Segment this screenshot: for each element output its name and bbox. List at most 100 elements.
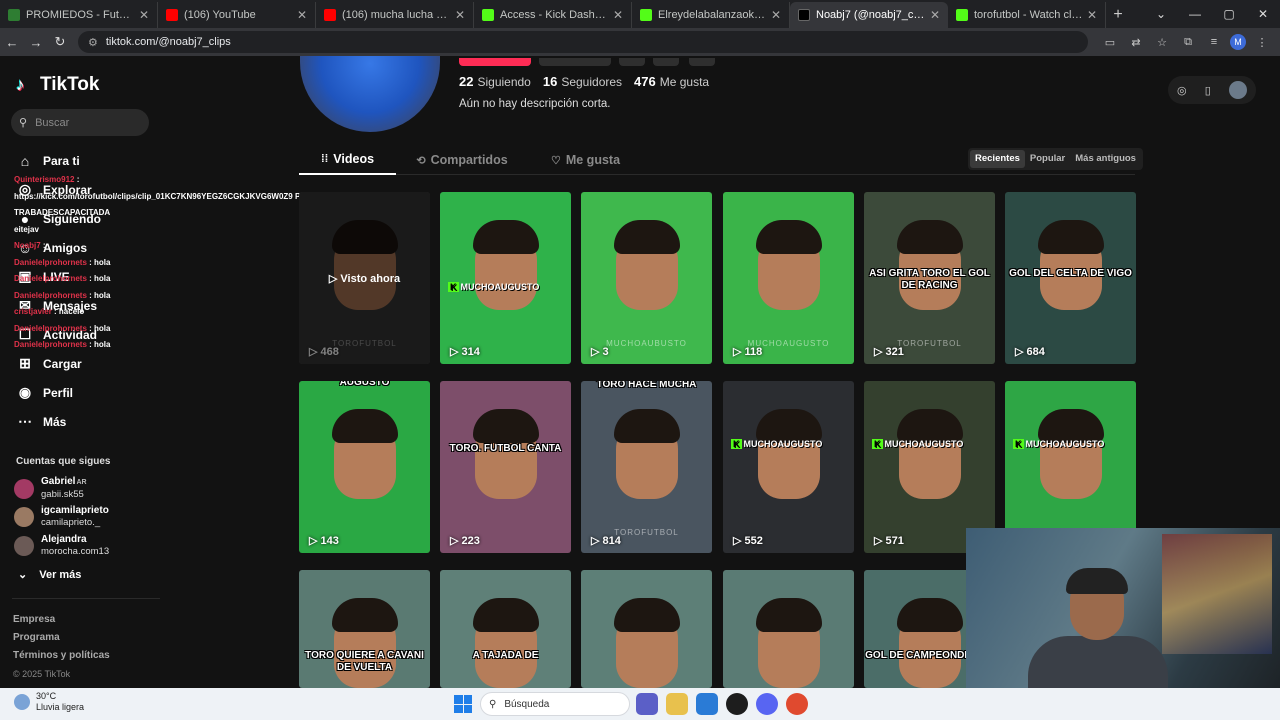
user-avatar[interactable] (1228, 81, 1247, 99)
sidebar-item-cargar[interactable]: ⊞ Cargar (16, 349, 101, 378)
footer-link[interactable]: Términos y políticas (13, 647, 110, 665)
maximize-icon[interactable]: ▢ (1212, 0, 1246, 28)
add-friend-button[interactable] (619, 58, 645, 66)
sort-option[interactable]: Recientes (970, 150, 1025, 168)
following-account[interactable]: GabrielAR gabii.sk55 (14, 476, 87, 501)
following-account[interactable]: igcamilaprieto camilaprieto._ (14, 505, 109, 529)
see-more-button[interactable]: ⌄ Ver más (18, 568, 81, 581)
back-icon[interactable]: ← (0, 35, 24, 50)
translate-icon[interactable]: ⇄ (1126, 36, 1146, 49)
message-icon: ✉ (19, 297, 31, 313)
stat-item[interactable]: 22 Siguiendo (459, 74, 531, 89)
tiktok-logo[interactable]: ♪ TikTok (16, 74, 99, 96)
stat-item[interactable]: 16 Seguidores (543, 74, 622, 89)
browser-tab[interactable]: Access - Kick Dashboard ✕ (474, 2, 632, 28)
taskbar-search-input[interactable]: ⚲ Búsqueda (480, 692, 630, 716)
forward-icon[interactable]: → (24, 35, 48, 50)
sidebar-item-siguiendo[interactable]: ● Siguiendo (16, 204, 101, 233)
browser-profile-avatar[interactable]: M (1230, 34, 1246, 50)
tab-me-gusta[interactable]: ♡ Me gusta (528, 145, 643, 175)
tab-search-icon[interactable]: ⌄ (1144, 0, 1178, 28)
video-card[interactable]: AUGUSTO ▷ 143 (299, 381, 430, 553)
browser-tab[interactable]: (106) mucha lucha cancion - Yo ✕ (316, 2, 474, 28)
video-card[interactable]: K MUCHOAUGUSTO ▷ 552 (723, 381, 854, 553)
video-card[interactable]: TOROFUTBOL▷ Visto ahora▷ 468 (299, 192, 430, 364)
site-info-icon[interactable]: ⚙ (88, 36, 98, 49)
bookmark-star-icon[interactable]: ☆ (1152, 36, 1172, 49)
video-card[interactable] (581, 570, 712, 688)
share-button[interactable] (653, 58, 679, 66)
windows-start-icon[interactable] (454, 695, 472, 713)
sidebar-item-perfil[interactable]: ◉ Perfil (16, 378, 101, 407)
sidebar-item-más[interactable]: ⋯ Más (16, 407, 101, 436)
tab-close-icon[interactable]: ✕ (297, 8, 307, 22)
sidebar-item-mensajes[interactable]: ✉ Mensajes (16, 291, 101, 320)
view-count: ▷ 3 (591, 345, 609, 358)
play-icon: ▷ (733, 346, 745, 358)
video-card[interactable]: GOL DEL CELTA DE VIGO ▷ 684 (1005, 192, 1136, 364)
video-card[interactable]: K MUCHOAUGUSTO ▷ 314 (440, 192, 571, 364)
following-account[interactable]: Alejandra morocha.com13 (14, 534, 109, 558)
coin-icon[interactable]: ◎ (1177, 84, 1187, 97)
search-input[interactable]: ⚲ Buscar (11, 109, 149, 136)
video-card[interactable]: TORO QUIERE A CAVANI DE VUELTA (299, 570, 430, 688)
stat-item[interactable]: 476 Me gusta (634, 74, 709, 89)
sidebar-item-amigos[interactable]: ☺ Amigos (16, 233, 101, 262)
browser-tab[interactable]: PROMIEDOS - Futbol Argentino ✕ (0, 2, 158, 28)
store-icon[interactable] (696, 693, 718, 715)
sidebar-item-para-ti[interactable]: ⌂ Para ti (16, 146, 101, 175)
tab-videos[interactable]: ⁞⁞ Videos (299, 145, 396, 175)
sort-option[interactable]: Popular (1025, 150, 1070, 168)
tab-close-icon[interactable]: ✕ (771, 8, 781, 22)
weather-icon (14, 694, 30, 710)
sidebar-item-label: Explorar (43, 182, 92, 197)
browser-tab[interactable]: (106) YouTube ✕ (158, 2, 316, 28)
account-badge: AR (76, 479, 87, 486)
brave-icon[interactable] (786, 693, 808, 715)
see-more-label: Ver más (39, 569, 82, 581)
video-card[interactable]: TORO HACE MUCHA TOROFUTBOL ▷ 814 (581, 381, 712, 553)
minimize-icon[interactable]: — (1178, 0, 1212, 28)
sidebar-item-label: Mensajes (43, 298, 98, 313)
video-card[interactable] (723, 570, 854, 688)
close-window-icon[interactable]: ✕ (1246, 0, 1280, 28)
media-control-icon[interactable]: ≡ (1204, 36, 1224, 48)
tab-close-icon[interactable]: ✕ (930, 8, 940, 22)
sidebar-item-explorar[interactable]: ◎ Explorar (16, 175, 101, 204)
browser-tab[interactable]: Elreydelabalanzaok Stream - W ✕ (632, 2, 790, 28)
person-hair (614, 598, 680, 632)
browser-menu-icon[interactable]: ⋮ (1252, 36, 1272, 49)
weather-widget[interactable]: 30°C Lluvia ligera (14, 691, 84, 713)
footer-link[interactable]: Empresa (13, 611, 110, 629)
sidebar-item-actividad[interactable]: ☐ Actividad (16, 320, 101, 349)
new-tab-button[interactable]: + (1106, 2, 1130, 28)
message-button[interactable] (539, 58, 611, 66)
discord-icon[interactable] (756, 693, 778, 715)
video-card[interactable]: MUCHOAUGUSTO ▷ 118 (723, 192, 854, 364)
follow-button[interactable] (459, 58, 531, 66)
sort-option[interactable]: Más antiguos (1070, 150, 1141, 168)
reload-icon[interactable]: ↻ (48, 34, 72, 50)
tab-close-icon[interactable]: ✕ (455, 8, 465, 22)
address-bar[interactable]: ⚙ tiktok.com/@noabj7_clips (78, 31, 1088, 53)
app-icon[interactable] (726, 693, 748, 715)
cast-icon[interactable]: ▭ (1100, 36, 1120, 49)
file-explorer-icon[interactable] (666, 693, 688, 715)
browser-tab[interactable]: torofutbol - Watch clips on Kic ✕ (948, 2, 1106, 28)
tab-close-icon[interactable]: ✕ (1087, 8, 1097, 22)
teams-icon[interactable] (636, 693, 658, 715)
extensions-icon[interactable]: ⧉ (1178, 36, 1198, 49)
video-card[interactable]: MUCHOAUBUSTO ▷ 3 (581, 192, 712, 364)
footer-link[interactable]: Programa (13, 629, 110, 647)
tab-compartidos[interactable]: ⟲ Compartidos (396, 145, 528, 175)
sidebar-item-live[interactable]: ▣ LIVE (16, 262, 101, 291)
video-card[interactable]: A TAJADA DE (440, 570, 571, 688)
video-card[interactable]: ASI GRITA TORO EL GOL DE RACING TOROFUTBO… (864, 192, 995, 364)
browser-tab[interactable]: Noabj7 (@noabj7_clips) | TikTo ✕ (790, 2, 948, 28)
device-icon[interactable]: ▯ (1205, 84, 1211, 97)
view-count: ▷ 143 (309, 534, 339, 547)
more-options-button[interactable] (689, 58, 715, 66)
tab-close-icon[interactable]: ✕ (139, 8, 149, 22)
tab-close-icon[interactable]: ✕ (613, 8, 623, 22)
video-card[interactable]: TORO. FUTBOL CANTA ▷ 223 (440, 381, 571, 553)
